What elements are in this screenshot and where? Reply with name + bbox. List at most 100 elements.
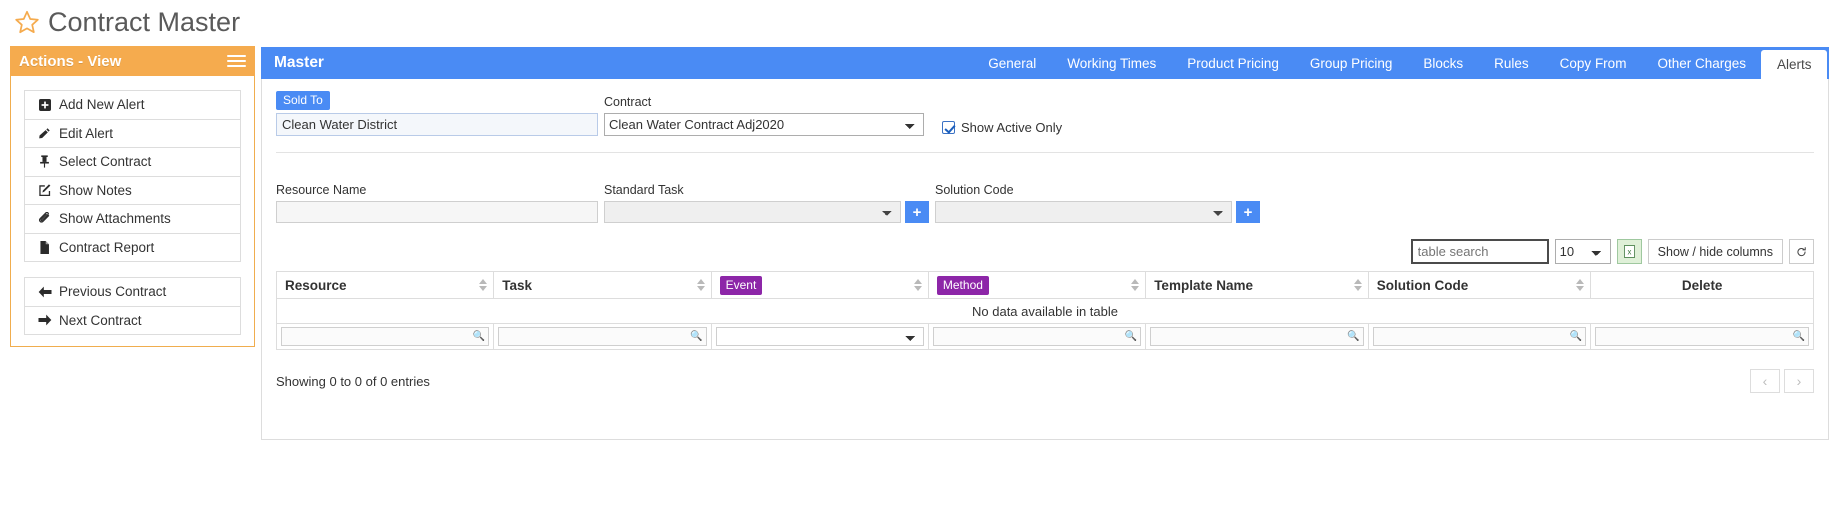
sidebar-item-label: Edit Alert <box>59 125 114 141</box>
pin-icon <box>37 155 52 168</box>
sold-to-input[interactable] <box>276 113 598 136</box>
sort-icon[interactable] <box>696 279 705 291</box>
divider <box>276 152 1814 153</box>
filter-cell-solution-code: 🔍 <box>1367 323 1592 350</box>
standard-task-select[interactable] <box>604 201 901 223</box>
tab-alerts[interactable]: Alerts <box>1761 50 1827 79</box>
contract-group: Contract Clean Water Contract Adj2020 <box>604 95 924 136</box>
empty-message: No data available in table <box>276 298 1814 324</box>
add-standard-task-button[interactable]: + <box>905 201 929 223</box>
filter-cell-resource: 🔍 <box>275 323 495 350</box>
column-label: Template Name <box>1154 277 1253 293</box>
filter-input-resource[interactable] <box>281 327 490 346</box>
sort-icon[interactable] <box>1131 279 1140 291</box>
page-title: Contract Master <box>14 0 240 44</box>
sidebar-header-title: Actions - View <box>19 52 122 70</box>
sold-to-group: Sold To <box>276 91 598 136</box>
filter-cell-delete: 🔍 <box>1590 323 1814 350</box>
sold-to-label: Sold To <box>276 91 330 110</box>
sidebar-item-contract-report[interactable]: Contract Report <box>25 233 240 262</box>
show-hide-columns-button[interactable]: Show / hide columns <box>1647 239 1783 264</box>
tab-group-pricing[interactable]: Group Pricing <box>1294 47 1408 79</box>
sidebar-item-label: Add New Alert <box>59 97 145 113</box>
pagination-previous-button[interactable]: ‹ <box>1750 369 1780 393</box>
sidebar-item-show-notes[interactable]: Show Notes <box>25 176 240 205</box>
filter-select-event[interactable] <box>715 327 924 346</box>
hamburger-icon[interactable] <box>227 55 246 67</box>
sidebar-item-add-new-alert[interactable]: Add New Alert <box>25 91 240 120</box>
pencil-icon <box>37 127 52 140</box>
sidebar-header: Actions - View <box>10 46 255 76</box>
show-active-only-checkbox[interactable]: Show Active Only <box>942 120 1062 136</box>
table-filter-row: 🔍 🔍 🔍 🔍 🔍 🔍 <box>275 323 1814 350</box>
tab-blocks[interactable]: Blocks <box>1408 47 1479 79</box>
add-solution-code-button[interactable]: + <box>1236 201 1260 223</box>
alerts-table: Resource Task Event Method Template Name… <box>275 271 1814 350</box>
pagination: ‹ › <box>1750 369 1814 393</box>
sidebar-item-label: Show Notes <box>59 182 132 198</box>
panel-tabs: General Working Times Product Pricing Gr… <box>973 47 1829 79</box>
column-header-event[interactable]: Event <box>710 271 929 299</box>
column-label: Delete <box>1681 277 1723 293</box>
sidebar-item-label: Previous Contract <box>59 284 167 300</box>
resource-name-label: Resource Name <box>276 183 367 197</box>
resource-name-group: Resource Name <box>276 183 598 223</box>
search-input[interactable] <box>1410 239 1549 264</box>
contract-label: Contract <box>604 95 652 109</box>
app-root: Contract Master Actions - View Add New A… <box>0 0 1838 531</box>
column-label: Task <box>502 277 533 293</box>
tab-rules[interactable]: Rules <box>1479 47 1545 79</box>
filter-input-template-name[interactable] <box>1150 327 1364 346</box>
tab-working-times[interactable]: Working Times <box>1052 47 1172 79</box>
arrow-left-icon <box>37 286 52 298</box>
filter-input-method[interactable] <box>932 327 1142 346</box>
actions-sidebar: Actions - View Add New Alert Edit Alert <box>10 46 255 347</box>
resource-name-input[interactable] <box>276 201 598 223</box>
sidebar-item-label: Next Contract <box>59 312 142 328</box>
filter-input-solution-code[interactable] <box>1372 327 1587 346</box>
sort-icon[interactable] <box>479 279 488 291</box>
column-label: Solution Code <box>1376 277 1469 293</box>
tab-product-pricing[interactable]: Product Pricing <box>1172 47 1295 79</box>
sort-icon[interactable] <box>913 279 922 291</box>
tab-general[interactable]: General <box>973 47 1052 79</box>
sidebar-item-select-contract[interactable]: Select Contract <box>25 148 240 177</box>
column-header-solution-code[interactable]: Solution Code <box>1367 271 1592 299</box>
sidebar-item-label: Select Contract <box>59 154 152 170</box>
table-body: No data available in table <box>276 298 1814 324</box>
filter-row: Resource Name Standard Task + Solution C… <box>276 183 1814 223</box>
sidebar-item-show-attachments[interactable]: Show Attachments <box>25 205 240 234</box>
checkbox-box[interactable] <box>942 121 955 134</box>
column-header-task[interactable]: Task <box>493 271 712 299</box>
filter-input-delete[interactable] <box>1595 327 1809 346</box>
excel-export-icon[interactable]: x <box>1616 239 1642 264</box>
refresh-icon[interactable] <box>1789 239 1814 264</box>
solution-code-label: Solution Code <box>935 183 1014 197</box>
sidebar-item-edit-alert[interactable]: Edit Alert <box>25 119 240 148</box>
solution-code-select[interactable] <box>935 201 1232 223</box>
sort-icon[interactable] <box>1353 279 1362 291</box>
contract-select[interactable]: Clean Water Contract Adj2020 <box>604 113 924 136</box>
column-header-template-name[interactable]: Template Name <box>1145 271 1369 299</box>
sidebar-menu-group-navigation: Previous Contract Next Contract <box>24 277 241 335</box>
column-header-resource[interactable]: Resource <box>275 271 495 299</box>
paperclip-icon <box>37 212 52 225</box>
table-empty-row: No data available in table <box>276 298 1814 324</box>
sidebar-item-previous-contract[interactable]: Previous Contract <box>25 278 240 307</box>
entries-info: Showing 0 to 0 of 0 entries <box>276 373 430 389</box>
tab-copy-from[interactable]: Copy From <box>1544 47 1642 79</box>
filter-input-task[interactable] <box>498 327 707 346</box>
svg-text:x: x <box>1627 248 1631 257</box>
sidebar-item-next-contract[interactable]: Next Contract <box>25 306 240 335</box>
sort-icon[interactable] <box>1576 279 1585 291</box>
master-panel: Master General Working Times Product Pri… <box>261 47 1829 440</box>
filter-cell-template-name: 🔍 <box>1145 323 1369 350</box>
pagination-next-button[interactable]: › <box>1784 369 1814 393</box>
table-header-row: Resource Task Event Method Template Name… <box>275 271 1814 299</box>
page-length-select[interactable]: 10 <box>1554 239 1611 264</box>
column-header-method[interactable]: Method <box>927 271 1147 299</box>
column-label: Resource <box>285 277 347 293</box>
plus-square-icon <box>37 98 52 111</box>
tab-other-charges[interactable]: Other Charges <box>1642 47 1762 79</box>
table-filter-footer: 🔍 🔍 🔍 🔍 🔍 🔍 <box>275 323 1814 350</box>
